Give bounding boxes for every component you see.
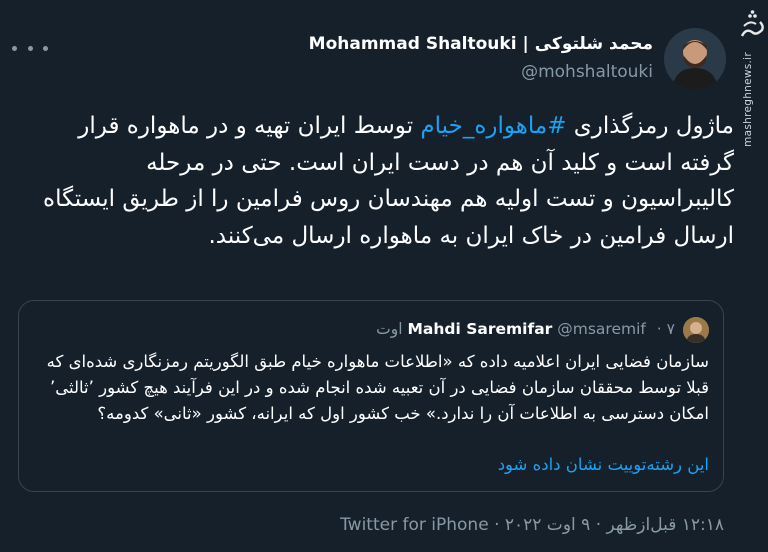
tweet-text: ماژول رمزگذاری #ماهواره_خیام توسط ایران … bbox=[34, 108, 734, 254]
quoted-author-handle[interactable]: @msaremif bbox=[557, 320, 646, 338]
quoted-text: سازمان فضایی ایران اعلامیه داده که «اطلا… bbox=[46, 352, 709, 423]
name-separator: | bbox=[522, 34, 529, 54]
meta-dot-1: · bbox=[595, 515, 602, 535]
tweet-date[interactable]: ۹ اوت ۲۰۲۲ bbox=[505, 515, 590, 535]
more-options-icon[interactable] bbox=[12, 38, 48, 58]
author-handle[interactable]: @mohshaltouki bbox=[521, 62, 653, 82]
author-name-fa: محمد شلتوکی bbox=[534, 34, 653, 54]
watermark-url: mashreghnews.ir bbox=[742, 52, 754, 147]
mashregh-logo bbox=[738, 6, 768, 46]
quoted-tweet-card[interactable]: Mahdi Saremifar @msaremif · ۷ اوت سازمان… bbox=[18, 300, 724, 492]
tweet-text-before: ماژول رمزگذاری bbox=[566, 113, 734, 139]
quoted-author-name[interactable]: Mahdi Saremifar bbox=[407, 320, 552, 338]
author-name-en: Mohammad Shaltouki bbox=[308, 34, 517, 54]
meta-dot-2: · bbox=[494, 515, 500, 535]
author-avatar[interactable] bbox=[664, 28, 726, 90]
show-thread-link[interactable]: این رشته‌توییت نشان داده شود bbox=[498, 455, 709, 474]
tweet-time[interactable]: ۱۲:۱۸ قبل‌ازظهر bbox=[607, 515, 724, 535]
quoted-dot: · bbox=[656, 320, 662, 338]
tweet-meta: ۱۲:۱۸ قبل‌ازظهر · ۹ اوت ۲۰۲۲ · Twitter f… bbox=[340, 515, 724, 535]
tweet-source[interactable]: Twitter for iPhone bbox=[340, 515, 489, 535]
author-name[interactable]: محمد شلتوکی|Mohammad Shaltouki bbox=[309, 34, 653, 54]
quoted-avatar[interactable] bbox=[683, 317, 709, 343]
hashtag-link[interactable]: #ماهواره_خیام bbox=[420, 113, 566, 139]
quoted-header: Mahdi Saremifar @msaremif · ۷ اوت bbox=[376, 320, 675, 338]
